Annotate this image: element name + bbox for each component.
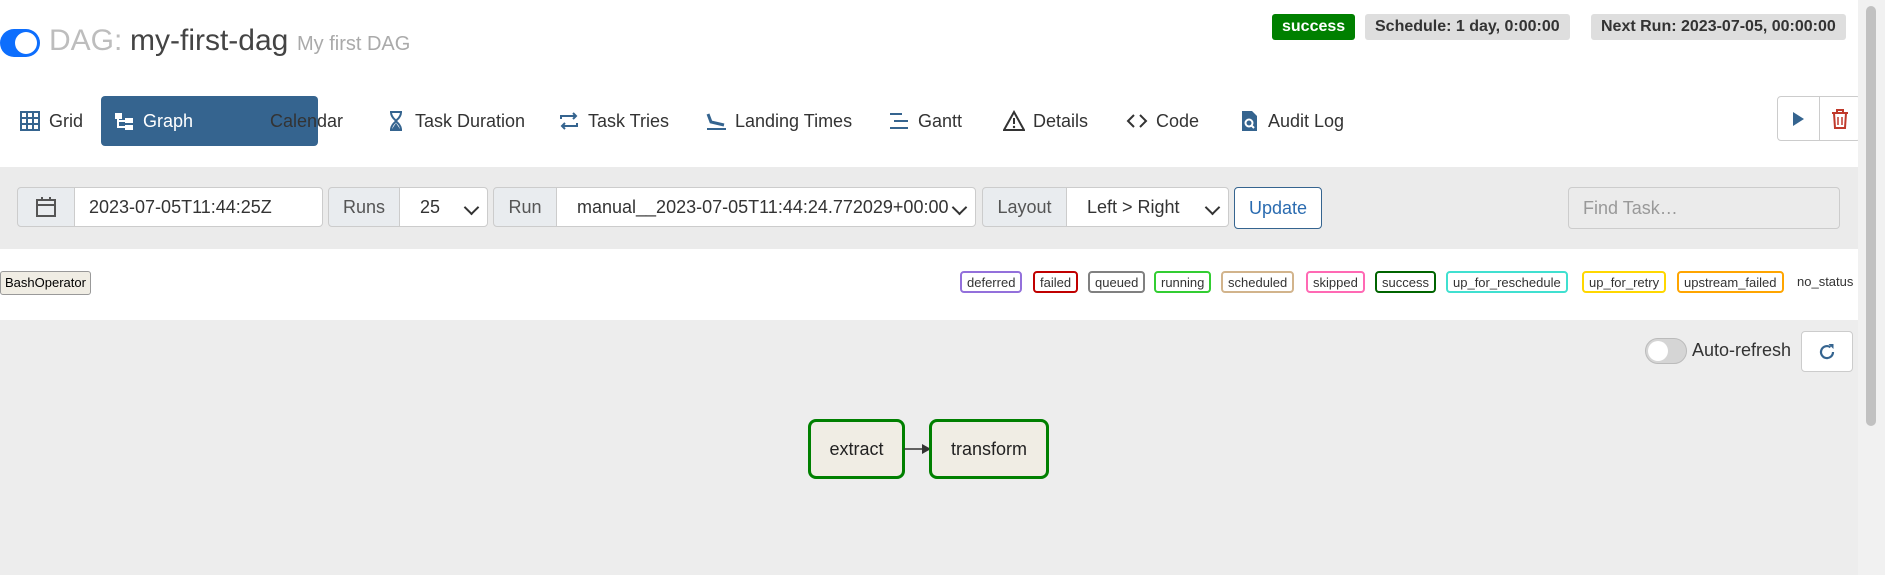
tab-label: Details (1033, 110, 1089, 131)
warning-triangle-icon (1003, 110, 1025, 131)
legend-running[interactable]: running (1154, 271, 1212, 293)
tab-label: Task Duration (415, 110, 526, 131)
trigger-dag-button[interactable] (1778, 97, 1819, 140)
plane-landing-icon (706, 113, 726, 130)
tab-label: Task Tries (588, 110, 670, 131)
chevron-down-icon (951, 199, 968, 216)
dag-description: My first DAG (297, 33, 411, 55)
tab-task-duration[interactable]: Task Duration (373, 96, 537, 146)
file-search-icon (1242, 111, 1257, 131)
gantt-icon (890, 113, 908, 129)
scrollbar-thumb[interactable] (1866, 6, 1876, 426)
run-label: Run (493, 187, 557, 227)
tab-label: Code (1156, 110, 1200, 131)
legend-failed[interactable]: failed (1033, 271, 1079, 293)
tab-label: Calendar (270, 110, 344, 131)
repeat-icon (560, 112, 578, 130)
legend-skipped[interactable]: skipped (1306, 271, 1365, 293)
next-run-badge[interactable]: Next Run: 2023-07-05, 00:00:00 (1591, 14, 1846, 40)
tab-calendar[interactable]: Calendar (228, 96, 355, 146)
update-button[interactable]: Update (1234, 187, 1322, 229)
tab-label: Audit Log (1268, 110, 1345, 131)
operator-badge-bashoperator[interactable]: BashOperator (0, 271, 91, 295)
tab-code[interactable]: Code (1114, 96, 1211, 146)
legend-deferred[interactable]: deferred (960, 271, 1023, 293)
task-node-transform[interactable]: transform (929, 419, 1049, 479)
run-select-value: manual__2023-07-05T11:44:24.772029+00:00 (577, 196, 949, 217)
tab-label: Graph (143, 110, 194, 131)
trash-icon (1831, 108, 1848, 129)
tab-gantt[interactable]: Gantt (876, 96, 974, 146)
edge-arrow (904, 444, 931, 454)
legend-queued[interactable]: queued (1088, 271, 1146, 293)
tab-label: Gantt (918, 110, 963, 131)
layout-select[interactable]: Left > Right (1066, 187, 1229, 227)
tab-task-tries[interactable]: Task Tries (546, 96, 681, 146)
find-task-input[interactable]: Find Task… (1568, 187, 1840, 229)
dag-prefix-label: DAG: (49, 24, 123, 57)
calendar-icon (241, 111, 261, 131)
legend-scheduled[interactable]: scheduled (1221, 271, 1295, 293)
layout-label: Layout (982, 187, 1067, 227)
dag-actions (1777, 96, 1861, 141)
layout-select-value: Left > Right (1087, 196, 1180, 217)
legend-success[interactable]: success (1375, 271, 1436, 293)
chevron-down-icon (463, 199, 480, 216)
runs-select-value: 25 (420, 196, 441, 217)
task-node-extract[interactable]: extract (808, 419, 905, 479)
legend-up-for-retry[interactable]: up_for_retry (1582, 271, 1667, 293)
graph-icon (115, 113, 133, 130)
delete-dag-button[interactable] (1818, 97, 1861, 140)
tab-details[interactable]: Details (991, 96, 1100, 146)
run-select[interactable]: manual__2023-07-05T11:44:24.772029+00:00 (556, 187, 976, 227)
chevron-down-icon (1204, 199, 1221, 216)
legend-no-status[interactable]: no_status (1792, 271, 1858, 293)
tab-grid[interactable]: Grid (7, 96, 95, 146)
legend-upstream-failed[interactable]: upstream_failed (1677, 271, 1784, 293)
calendar-icon (36, 197, 56, 217)
refresh-button[interactable] (1801, 331, 1853, 372)
hourglass-icon (390, 111, 402, 131)
dag-id-title: my-first-dag (130, 24, 289, 57)
calendar-picker-button[interactable] (17, 187, 75, 227)
tab-label: Grid (49, 110, 84, 131)
schedule-badge: Schedule: 1 day, 0:00:00 (1365, 14, 1570, 40)
base-date-input[interactable]: 2023-07-05T11:44:25Z (74, 187, 323, 227)
runs-select[interactable]: 25 (399, 187, 488, 227)
tab-label: Landing Times (735, 110, 853, 131)
auto-refresh-label: Auto-refresh (1692, 340, 1792, 360)
play-icon (1793, 111, 1805, 126)
runs-label: Runs (328, 187, 400, 227)
refresh-icon (1819, 343, 1835, 359)
tab-landing-times[interactable]: Landing Times (693, 96, 864, 146)
page-scrollbar[interactable] (1858, 0, 1885, 575)
legend-up-for-reschedule[interactable]: up_for_reschedule (1446, 271, 1568, 293)
dag-status-badge: success (1272, 14, 1356, 40)
auto-refresh-toggle[interactable] (1645, 338, 1687, 364)
dag-pause-toggle[interactable] (0, 29, 40, 57)
tab-audit-log[interactable]: Audit Log (1226, 96, 1356, 146)
grid-icon (20, 111, 40, 131)
code-icon (1126, 114, 1148, 128)
